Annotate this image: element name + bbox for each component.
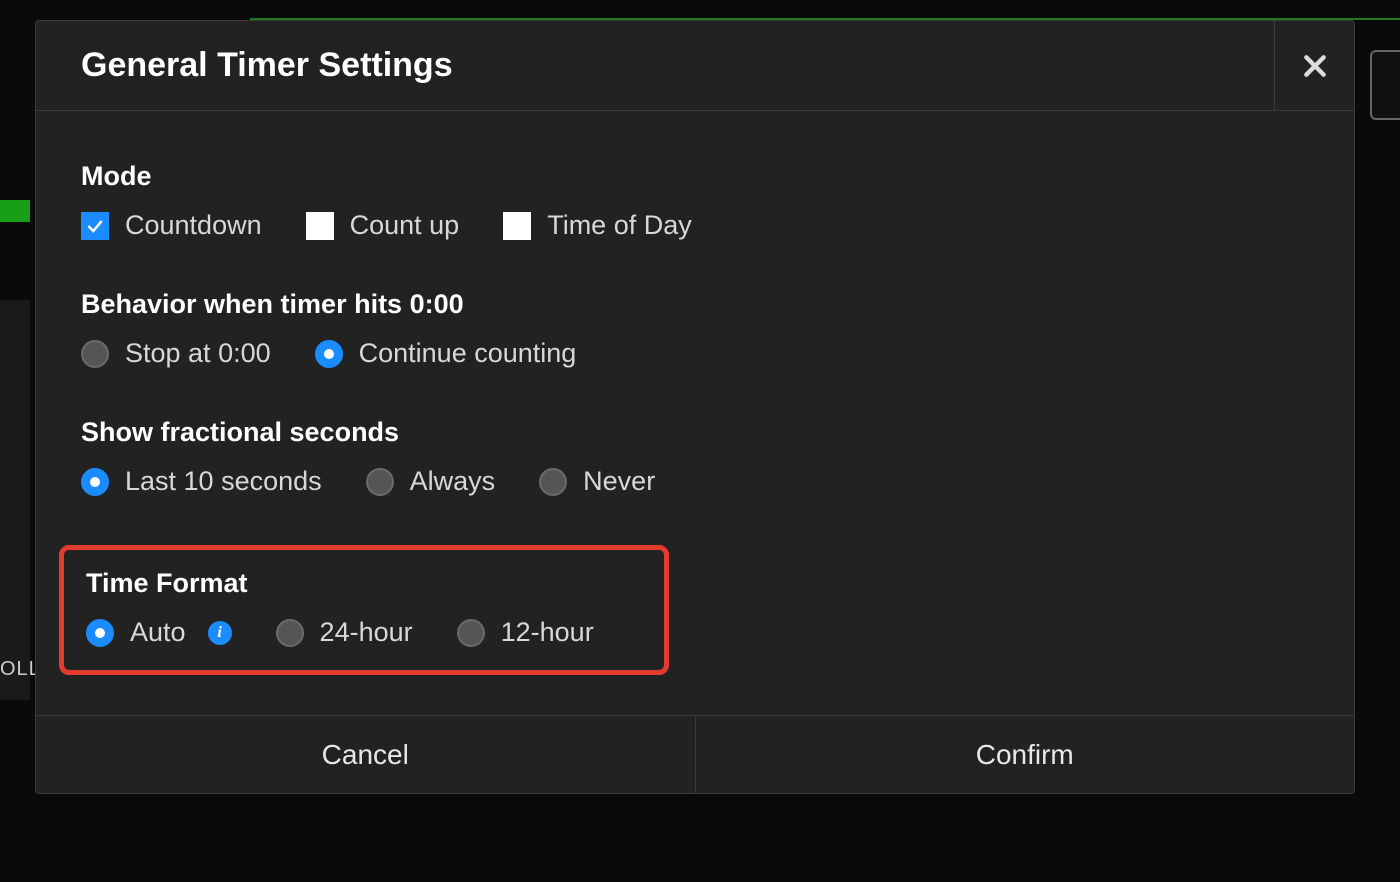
radio-continue[interactable] — [315, 340, 343, 368]
settings-modal: General Timer Settings Mode Countdown — [35, 20, 1355, 794]
mode-options: Countdown Count up Time of Day — [81, 210, 1309, 241]
timeformat-auto-label: Auto — [130, 617, 186, 648]
check-icon — [85, 216, 105, 236]
modal-header: General Timer Settings — [36, 21, 1354, 111]
fractional-option-last10[interactable]: Last 10 seconds — [81, 466, 322, 497]
highlight-annotation: Time Format Auto i 24-hour 12-hour — [59, 545, 669, 675]
section-behavior: Behavior when timer hits 0:00 Stop at 0:… — [81, 289, 1309, 369]
radio-last10[interactable] — [81, 468, 109, 496]
radio-dot-icon — [324, 349, 334, 359]
modal-title: General Timer Settings — [81, 46, 453, 85]
checkbox-timeofday[interactable] — [503, 212, 531, 240]
checkbox-countdown[interactable] — [81, 212, 109, 240]
fractional-never-label: Never — [583, 466, 655, 497]
radio-always[interactable] — [366, 468, 394, 496]
cancel-button[interactable]: Cancel — [36, 716, 695, 793]
radio-dot-icon — [95, 628, 105, 638]
behavior-continue-label: Continue counting — [359, 338, 577, 369]
fractional-option-never[interactable]: Never — [539, 466, 655, 497]
fractional-option-always[interactable]: Always — [366, 466, 496, 497]
timeformat-options: Auto i 24-hour 12-hour — [86, 617, 642, 648]
mode-option-countdown[interactable]: Countdown — [81, 210, 262, 241]
checkbox-countup[interactable] — [306, 212, 334, 240]
behavior-label: Behavior when timer hits 0:00 — [81, 289, 1309, 320]
section-mode: Mode Countdown Count up — [81, 161, 1309, 241]
mode-option-countup[interactable]: Count up — [306, 210, 460, 241]
timeformat-12h-label: 12-hour — [501, 617, 594, 648]
modal-footer: Cancel Confirm — [36, 715, 1354, 793]
close-icon — [1302, 53, 1328, 79]
mode-timeofday-label: Time of Day — [547, 210, 692, 241]
bg-top-strip — [250, 0, 1400, 20]
mode-countup-label: Count up — [350, 210, 460, 241]
mode-label: Mode — [81, 161, 1309, 192]
fractional-last10-label: Last 10 seconds — [125, 466, 322, 497]
modal-body: Mode Countdown Count up — [36, 111, 1354, 715]
behavior-option-stop[interactable]: Stop at 0:00 — [81, 338, 271, 369]
confirm-button[interactable]: Confirm — [695, 716, 1355, 793]
section-timeformat: Time Format Auto i 24-hour 12-hour — [86, 568, 642, 648]
fractional-label: Show fractional seconds — [81, 417, 1309, 448]
radio-stop[interactable] — [81, 340, 109, 368]
bg-left-panel — [0, 300, 30, 700]
section-fractional: Show fractional seconds Last 10 seconds … — [81, 417, 1309, 497]
radio-never[interactable] — [539, 468, 567, 496]
timeformat-24h-label: 24-hour — [320, 617, 413, 648]
behavior-option-continue[interactable]: Continue counting — [315, 338, 577, 369]
radio-dot-icon — [90, 477, 100, 487]
bg-right-panel — [1370, 50, 1400, 120]
timeformat-option-12h[interactable]: 12-hour — [457, 617, 594, 648]
behavior-options: Stop at 0:00 Continue counting — [81, 338, 1309, 369]
fractional-always-label: Always — [410, 466, 496, 497]
radio-auto[interactable] — [86, 619, 114, 647]
behavior-stop-label: Stop at 0:00 — [125, 338, 271, 369]
timeformat-option-auto[interactable]: Auto i — [86, 617, 232, 648]
radio-12h[interactable] — [457, 619, 485, 647]
radio-24h[interactable] — [276, 619, 304, 647]
close-button[interactable] — [1274, 21, 1354, 110]
mode-option-timeofday[interactable]: Time of Day — [503, 210, 692, 241]
mode-countdown-label: Countdown — [125, 210, 262, 241]
info-icon[interactable]: i — [208, 621, 232, 645]
timeformat-option-24h[interactable]: 24-hour — [276, 617, 413, 648]
timeformat-label: Time Format — [86, 568, 642, 599]
fractional-options: Last 10 seconds Always Never — [81, 466, 1309, 497]
bg-green-strip — [0, 200, 30, 222]
